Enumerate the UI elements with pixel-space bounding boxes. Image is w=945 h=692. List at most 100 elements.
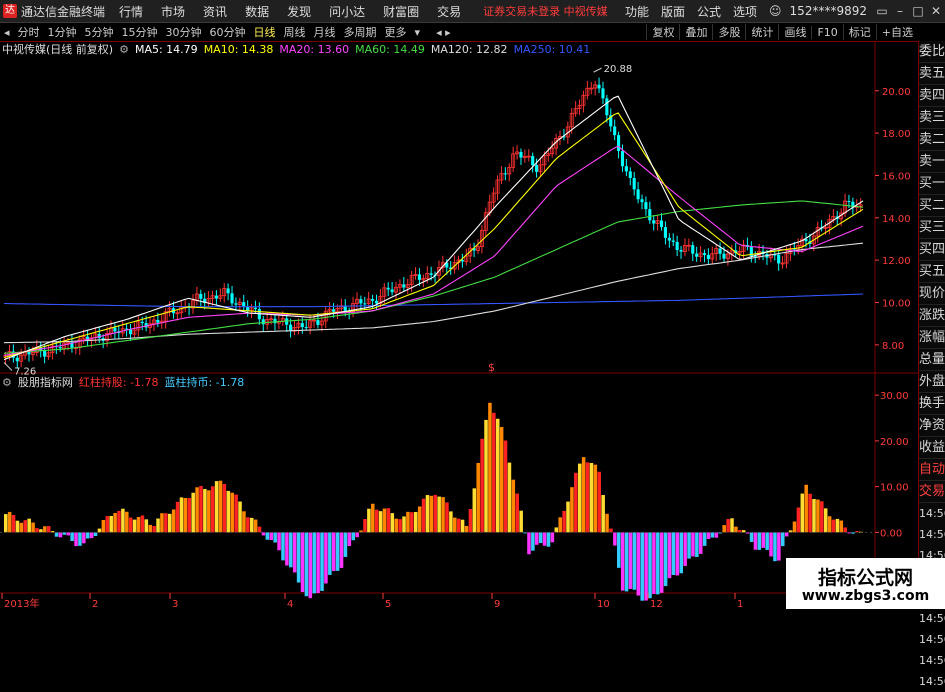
- period-weekly[interactable]: 周线: [280, 24, 310, 40]
- period-60min[interactable]: 60分钟: [206, 24, 250, 40]
- sidebar-item[interactable]: 涨幅: [919, 327, 945, 349]
- auto-trade-item[interactable]: 自动: [919, 459, 945, 481]
- menu-function[interactable]: 功能: [625, 3, 649, 20]
- candle-body-down: [695, 253, 699, 257]
- sidebar-item[interactable]: 买五: [919, 261, 945, 283]
- menu-news[interactable]: 资讯: [203, 3, 227, 20]
- ma5-legend: MA5: 14.79: [134, 42, 198, 56]
- sidebar-item[interactable]: 买二: [919, 195, 945, 217]
- tool-multi-stock[interactable]: 多股: [712, 24, 745, 40]
- period-multi[interactable]: 多周期: [340, 24, 381, 40]
- indicator-gear-icon[interactable]: ⚙: [2, 376, 12, 389]
- kline-chart[interactable]: 20.0018.0016.0014.0012.0010.008.0030.002…: [0, 41, 918, 609]
- sidebar-item[interactable]: 买一: [919, 173, 945, 195]
- indicator-bar: [214, 481, 219, 533]
- red-bar-legend: 红柱持股: -1.78: [78, 376, 159, 389]
- sidebar-item[interactable]: 现价: [919, 283, 945, 305]
- menu-quotes[interactable]: 行情: [119, 3, 143, 20]
- menu-options[interactable]: 选项: [733, 3, 757, 20]
- candle-body-down: [156, 319, 160, 323]
- period-intraday[interactable]: 分时: [14, 24, 44, 40]
- indicator-bar: [687, 532, 691, 559]
- indicator-bar: [605, 513, 609, 533]
- sidebar-item[interactable]: 买三: [919, 217, 945, 239]
- indicator-bar: [484, 419, 488, 533]
- high-annotation: 20.88: [604, 64, 633, 75]
- sidebar-item[interactable]: 总量: [919, 349, 945, 371]
- sidebar-item[interactable]: 收益: [919, 437, 945, 459]
- blue-bar-legend: 蓝柱持币: -1.78: [164, 376, 245, 389]
- user-icon[interactable]: ☺: [769, 4, 782, 18]
- price-tick-label: 8.00: [882, 341, 904, 352]
- indicator-bar: [105, 516, 110, 533]
- indicator-bar: [386, 508, 391, 533]
- candle-body-down: [632, 178, 636, 190]
- restore-icon[interactable]: ▭: [873, 0, 891, 22]
- tool-overlay[interactable]: 叠加: [679, 24, 712, 40]
- stock-title[interactable]: 中视传媒(日线 前复权): [2, 41, 113, 57]
- menu-ask[interactable]: 问小达: [329, 3, 365, 20]
- maximize-icon[interactable]: □: [909, 0, 927, 22]
- watermark-url: www.zbgs3.com: [801, 588, 930, 604]
- indicator-name[interactable]: 股朋指标网: [18, 374, 73, 390]
- sidebar-item[interactable]: 涨跌: [919, 305, 945, 327]
- period-more[interactable]: 更多: [381, 24, 411, 40]
- sidebar-item[interactable]: 卖一: [919, 151, 945, 173]
- tool-mark[interactable]: 标记: [842, 24, 876, 40]
- minimize-icon[interactable]: –: [891, 0, 909, 22]
- sidebar-item[interactable]: 卖三: [919, 107, 945, 129]
- sidebar-item[interactable]: 卖二: [919, 129, 945, 151]
- sidebar-item[interactable]: 买四: [919, 239, 945, 261]
- sidebar-item[interactable]: 委比: [919, 41, 945, 63]
- nav-arrows-icon[interactable]: ◂ ▸: [432, 26, 455, 39]
- indicator-bar: [472, 488, 477, 533]
- menu-wealth[interactable]: 财富圈: [383, 3, 419, 20]
- sidebar-item[interactable]: 卖四: [919, 85, 945, 107]
- auto-trade-item[interactable]: 交易: [919, 481, 945, 503]
- sidebar-item[interactable]: 外盘: [919, 371, 945, 393]
- candle-body-down: [613, 126, 617, 136]
- tool-stats[interactable]: 统计: [745, 24, 778, 40]
- indicator-bar: [355, 532, 359, 538]
- period-30min[interactable]: 30分钟: [162, 24, 206, 40]
- date-tick-label: 2013年: [4, 597, 39, 609]
- indicator-bar: [23, 520, 28, 533]
- indicator-bar: [566, 501, 570, 533]
- indicator-bar: [781, 532, 785, 547]
- indicator-bar: [203, 488, 207, 533]
- period-15min[interactable]: 15分钟: [118, 24, 162, 40]
- sidebar-item[interactable]: 卖五: [919, 63, 945, 85]
- login-warning[interactable]: 证券交易未登录 中视传媒: [483, 3, 608, 19]
- menu-formula[interactable]: 公式: [697, 3, 721, 20]
- menu-layout[interactable]: 版面: [661, 3, 685, 20]
- period-daily[interactable]: 日线: [250, 24, 280, 40]
- candle-body-down: [722, 253, 726, 259]
- tool-draw[interactable]: 画线: [778, 24, 811, 40]
- indicator-bar: [812, 499, 816, 533]
- menu-trade[interactable]: 交易: [437, 3, 461, 20]
- period-5min[interactable]: 5分钟: [81, 24, 118, 40]
- tool-add-watchlist[interactable]: +自选: [875, 24, 918, 40]
- sidebar-item[interactable]: 换手: [919, 393, 945, 415]
- tool-f10[interactable]: F10: [811, 25, 842, 39]
- period-monthly[interactable]: 月线: [310, 24, 340, 40]
- sidebar-item[interactable]: 净资: [919, 415, 945, 437]
- indicator-bar: [285, 532, 289, 566]
- menu-market[interactable]: 市场: [161, 3, 185, 20]
- candle-body-down: [531, 156, 535, 166]
- indicator-bar: [761, 532, 765, 548]
- indicator-bar: [171, 509, 176, 533]
- toolbar-left-icon[interactable]: ◂: [0, 26, 14, 39]
- menu-data[interactable]: 数据: [245, 3, 269, 20]
- indicator-bar: [710, 532, 715, 538]
- user-account[interactable]: 152****9892: [790, 4, 867, 18]
- legend-gear-icon[interactable]: ⚙: [119, 43, 129, 56]
- menu-discover[interactable]: 发现: [287, 3, 311, 20]
- period-1min[interactable]: 1分钟: [44, 24, 81, 40]
- app-name: 通达信金融终端: [21, 4, 106, 19]
- close-icon[interactable]: ✕: [927, 0, 945, 22]
- indicator-bar: [300, 532, 305, 593]
- tool-adjust[interactable]: 复权: [646, 24, 679, 40]
- indicator-bar: [367, 508, 371, 533]
- dropdown-arrow-icon[interactable]: ▾: [411, 26, 425, 39]
